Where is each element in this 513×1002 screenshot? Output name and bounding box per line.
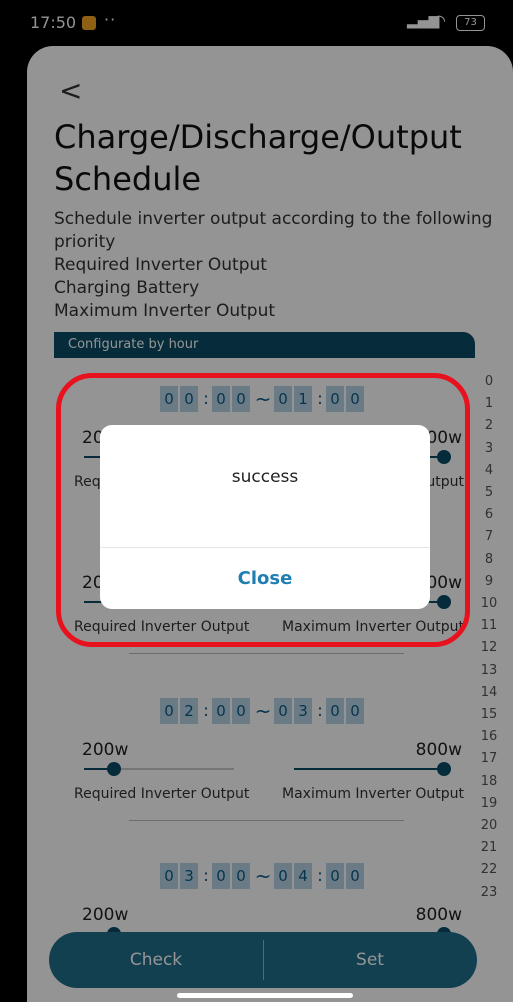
highlight-ring — [56, 373, 470, 647]
home-indicator — [177, 993, 353, 998]
